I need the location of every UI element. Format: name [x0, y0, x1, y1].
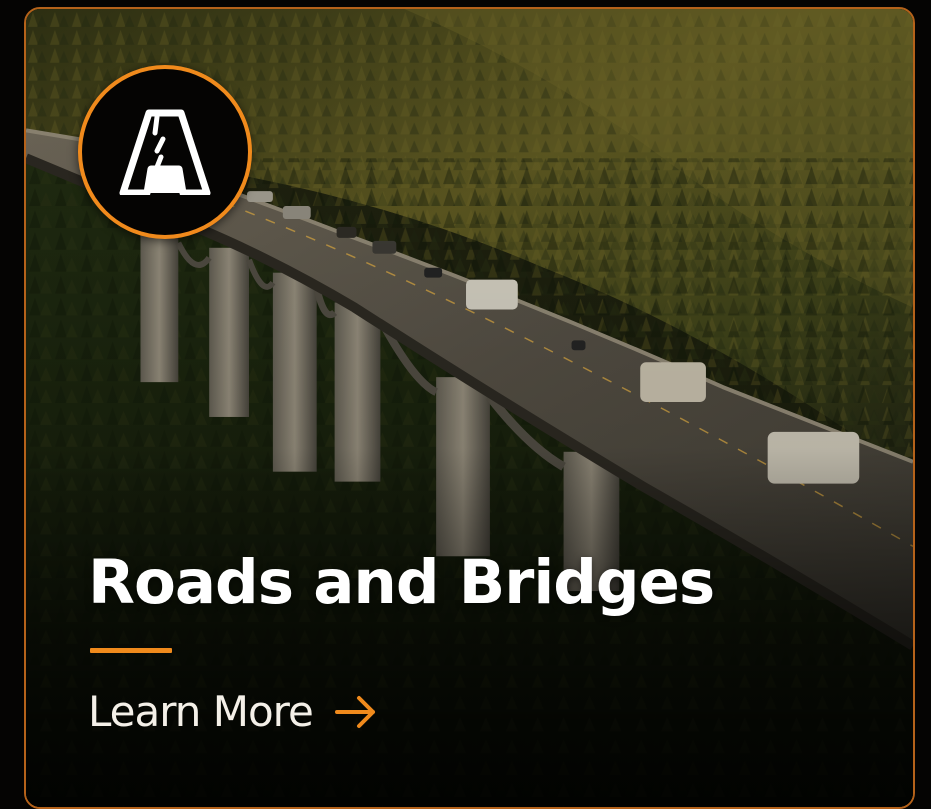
road-icon — [119, 109, 211, 195]
card-title: Roads and Bridges — [88, 547, 715, 618]
accent-divider — [90, 648, 172, 653]
learn-more-label: Learn More — [88, 687, 314, 736]
learn-more-link[interactable]: Learn More — [88, 691, 377, 733]
arrow-right-icon — [334, 695, 377, 729]
roads-and-bridges-card[interactable]: Roads and Bridges Learn More — [24, 7, 915, 809]
road-icon-badge — [78, 65, 252, 239]
